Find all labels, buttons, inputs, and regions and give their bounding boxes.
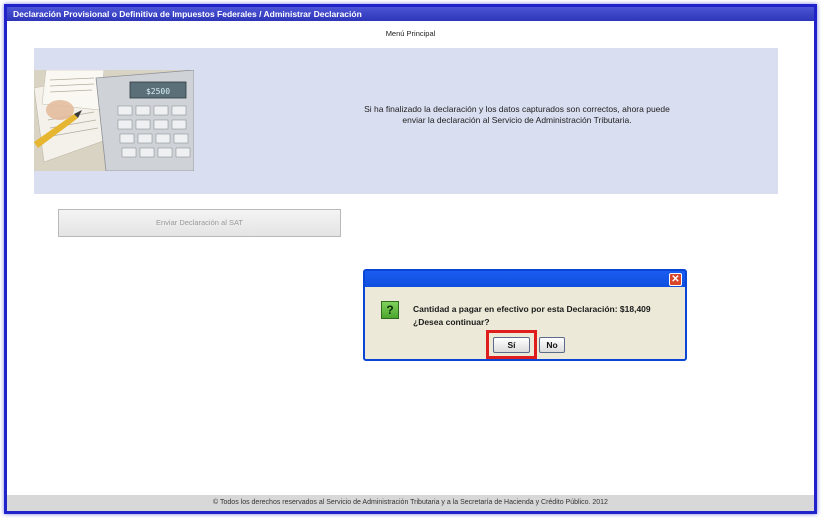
browser-frame: Declaración Provisional o Definitiva de … (4, 4, 817, 514)
close-icon[interactable]: ✕ (669, 273, 682, 286)
no-button[interactable]: No (539, 337, 565, 353)
dialog-amount-text: Cantidad a pagar en efectivo por esta De… (413, 304, 651, 314)
info-panel: $2500 Si ha finalizado la declaración y … (34, 48, 778, 194)
menu-principal-link: Menú Principal (7, 29, 814, 38)
menu-principal-label[interactable]: Menú Principal (386, 29, 436, 38)
yes-button[interactable]: Sí (493, 337, 530, 353)
send-declaration-button[interactable]: Enviar Declaración al SAT (58, 209, 341, 237)
calculator-display-text: $2500 (146, 87, 170, 96)
calculator-photo: $2500 (34, 70, 194, 171)
page-title-bar: Declaración Provisional o Definitiva de … (7, 7, 814, 21)
confirm-dialog: ✕ ? Cantidad a pagar en efectivo por est… (363, 269, 687, 361)
dialog-message: Cantidad a pagar en efectivo por esta De… (413, 303, 651, 329)
page-footer: © Todos los derechos reservados al Servi… (7, 495, 814, 511)
info-message: Si ha finalizado la declaración y los da… (364, 104, 670, 125)
question-icon: ? (381, 301, 399, 319)
dialog-question-text: ¿Desea continuar? (413, 317, 490, 327)
calculator-illustration: $2500 (34, 70, 194, 171)
